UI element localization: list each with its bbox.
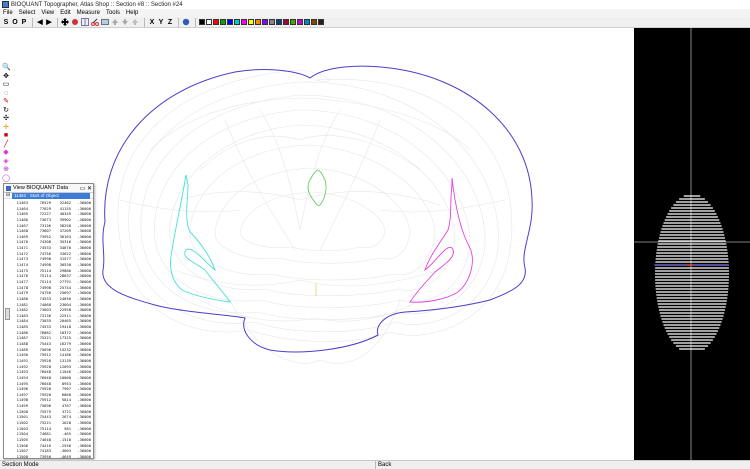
- toolbar-separator: [57, 17, 58, 27]
- lasso-icon[interactable]: ◌: [2, 90, 10, 98]
- point-icon[interactable]: ◯: [2, 175, 10, 183]
- menu-measure[interactable]: Measure: [77, 10, 100, 16]
- axis-x-button[interactable]: X: [148, 18, 156, 27]
- menu-edit[interactable]: Edit: [60, 10, 70, 16]
- data-viewer-title: View BIOQUANT Data: [13, 185, 69, 191]
- toolbar-separator: [144, 17, 145, 27]
- color-swatch[interactable]: [304, 19, 310, 25]
- data-viewer-window[interactable]: View BIOQUANT Data ▭ ✕ ⊟ 11462 : Start o…: [3, 183, 94, 469]
- axis-z-button[interactable]: Z: [166, 18, 174, 27]
- expand-icon[interactable]: ⊟: [6, 192, 10, 198]
- menu-bar: File Select View Edit Measure Tools Help: [0, 9, 750, 17]
- color-swatch[interactable]: [213, 19, 219, 25]
- side-profile: [634, 28, 750, 460]
- menu-view[interactable]: View: [41, 10, 54, 16]
- brain-section-drawing: [102, 65, 533, 364]
- menu-file[interactable]: File: [3, 10, 13, 16]
- app-icon: [2, 1, 9, 8]
- image-icon[interactable]: [101, 18, 109, 26]
- color-swatch[interactable]: [283, 19, 289, 25]
- toolbar-separator: [195, 17, 196, 27]
- data-viewer-titlebar[interactable]: View BIOQUANT Data ▭ ✕: [4, 184, 93, 193]
- status-mode: Section Mode: [0, 460, 376, 469]
- color-swatch[interactable]: [234, 19, 240, 25]
- color-swatch[interactable]: [248, 19, 254, 25]
- contour-lines: [117, 69, 513, 364]
- minimize-icon[interactable]: ▭: [79, 185, 86, 192]
- toolbar-separator: [178, 17, 179, 27]
- select-icon[interactable]: ▭: [2, 81, 10, 89]
- green-region: [307, 169, 327, 206]
- stack-disabled-icon: [131, 18, 139, 26]
- data-table: 11463 76529 32462 -36000 11464 77629 41155 -360…: [4, 200, 93, 469]
- status-back: Back: [378, 461, 392, 468]
- color-swatch[interactable]: [311, 19, 317, 25]
- color-swatch[interactable]: [269, 19, 275, 25]
- color-palette: [199, 19, 325, 25]
- mode-s-button[interactable]: S: [2, 18, 10, 27]
- next-section-icon[interactable]: ▶: [45, 18, 53, 27]
- color-swatch[interactable]: [220, 19, 226, 25]
- menu-tools[interactable]: Tools: [106, 10, 120, 16]
- pen-icon[interactable]: ✎: [2, 98, 10, 106]
- color-swatch[interactable]: [262, 19, 268, 25]
- status-bar: Section Mode Back: [0, 460, 750, 469]
- magnify-icon[interactable]: 🔍: [2, 64, 11, 72]
- section-canvas[interactable]: 🔍 ✥ ▭ ◌ ✎ ↻ ✣ ✛ ■ ╱ ◆ ◈ ⊕ ◯ Z ↶: [0, 28, 633, 460]
- mode-o-button[interactable]: O: [11, 18, 19, 27]
- color-swatch[interactable]: [255, 19, 261, 25]
- toolbar-separator: [32, 17, 33, 27]
- move-icon[interactable]: ✥: [2, 73, 10, 81]
- measure-icon[interactable]: ⊕: [2, 166, 10, 174]
- grid-icon[interactable]: [81, 18, 89, 26]
- window-title: BIOQUANT Topographer, Atlas Shop :: Sect…: [11, 1, 183, 8]
- prev-section-icon[interactable]: ◀: [36, 18, 44, 27]
- fill-icon[interactable]: ◈: [2, 158, 10, 166]
- rotate-icon[interactable]: ↻: [2, 107, 10, 115]
- color-swatch[interactable]: [241, 19, 247, 25]
- color-swatch[interactable]: [227, 19, 233, 25]
- crosshair-icon[interactable]: ✛: [2, 124, 10, 132]
- menu-select[interactable]: Select: [19, 10, 36, 16]
- sphere-icon[interactable]: [71, 18, 79, 26]
- selected-object-label[interactable]: 11462 : Start of Object: [12, 193, 90, 199]
- axis-y-button[interactable]: Y: [157, 18, 165, 27]
- pan-icon[interactable]: ✣: [2, 115, 10, 123]
- title-bar: BIOQUANT Topographer, Atlas Shop :: Sect…: [0, 0, 750, 9]
- color-swatch[interactable]: [199, 19, 205, 25]
- down-disabled-icon: [121, 18, 129, 26]
- toolbar: S O P ◀ ▶ X Y Z: [0, 17, 750, 28]
- color-swatch[interactable]: [297, 19, 303, 25]
- line-icon[interactable]: ╱: [2, 141, 10, 149]
- menu-help[interactable]: Help: [126, 10, 138, 16]
- close-icon[interactable]: ✕: [86, 185, 93, 192]
- up-disabled-icon: [111, 18, 119, 26]
- erase-icon[interactable]: ◆: [2, 149, 10, 157]
- data-viewer-icon: [6, 185, 11, 191]
- color-swatch[interactable]: [276, 19, 282, 25]
- cut-icon[interactable]: [91, 18, 99, 26]
- side-view-panel[interactable]: [634, 28, 750, 460]
- data-header-row[interactable]: ⊟ 11462 : Start of Object: [4, 192, 93, 199]
- color-swatch[interactable]: [290, 19, 296, 25]
- globe-icon[interactable]: [182, 18, 190, 26]
- mode-p-button[interactable]: P: [20, 18, 28, 27]
- color-swatch[interactable]: [318, 19, 324, 25]
- color-swatch[interactable]: [206, 19, 212, 25]
- trace-icon[interactable]: ■: [2, 132, 10, 140]
- move-tool-icon[interactable]: [61, 18, 69, 26]
